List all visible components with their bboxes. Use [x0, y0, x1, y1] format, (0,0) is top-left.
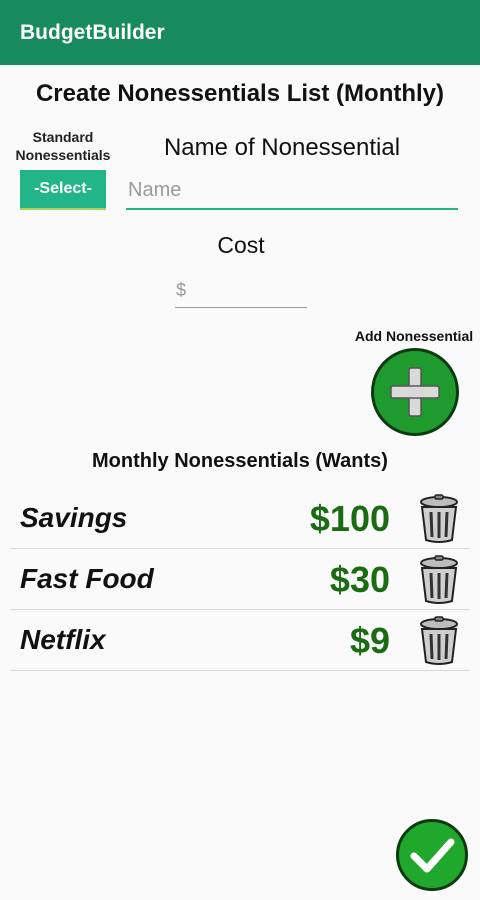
page-title: Create Nonessentials List (Monthly) [35, 80, 445, 107]
add-nonessential-label: Add Nonessential [354, 328, 474, 344]
list-item: Netflix $9 [10, 610, 470, 671]
trash-icon[interactable] [416, 616, 462, 666]
done-button[interactable] [396, 819, 468, 891]
item-amount: $30 [329, 559, 390, 600]
name-label: Name of Nonessential [163, 134, 401, 161]
standard-nonessentials-label: Standard Nonessentials [15, 129, 111, 163]
item-amount: $100 [309, 498, 390, 539]
list-item: Fast Food $30 [10, 549, 470, 610]
item-amount: $9 [349, 620, 390, 661]
item-name: Netflix [20, 624, 106, 655]
name-input[interactable] [126, 176, 458, 210]
app-bar: BudgetBuilder [0, 0, 480, 65]
select-standard-button[interactable]: -Select- [20, 170, 106, 210]
list-heading: Monthly Nonessentials (Wants) [92, 450, 388, 472]
list-item: Savings $100 [10, 488, 470, 549]
checkmark-icon [410, 838, 455, 873]
item-name: Savings [20, 502, 128, 533]
app-title: BudgetBuilder [20, 20, 165, 44]
cost-input[interactable] [175, 278, 307, 308]
trash-icon[interactable] [416, 555, 462, 605]
item-name: Fast Food [20, 563, 154, 594]
plus-icon [390, 367, 440, 417]
nonessentials-list: Savings $100 Fast Food $30 Netflix $9 [10, 488, 470, 671]
cost-label: Cost [217, 232, 265, 258]
add-nonessential-button[interactable] [371, 348, 459, 436]
trash-icon[interactable] [416, 494, 462, 544]
